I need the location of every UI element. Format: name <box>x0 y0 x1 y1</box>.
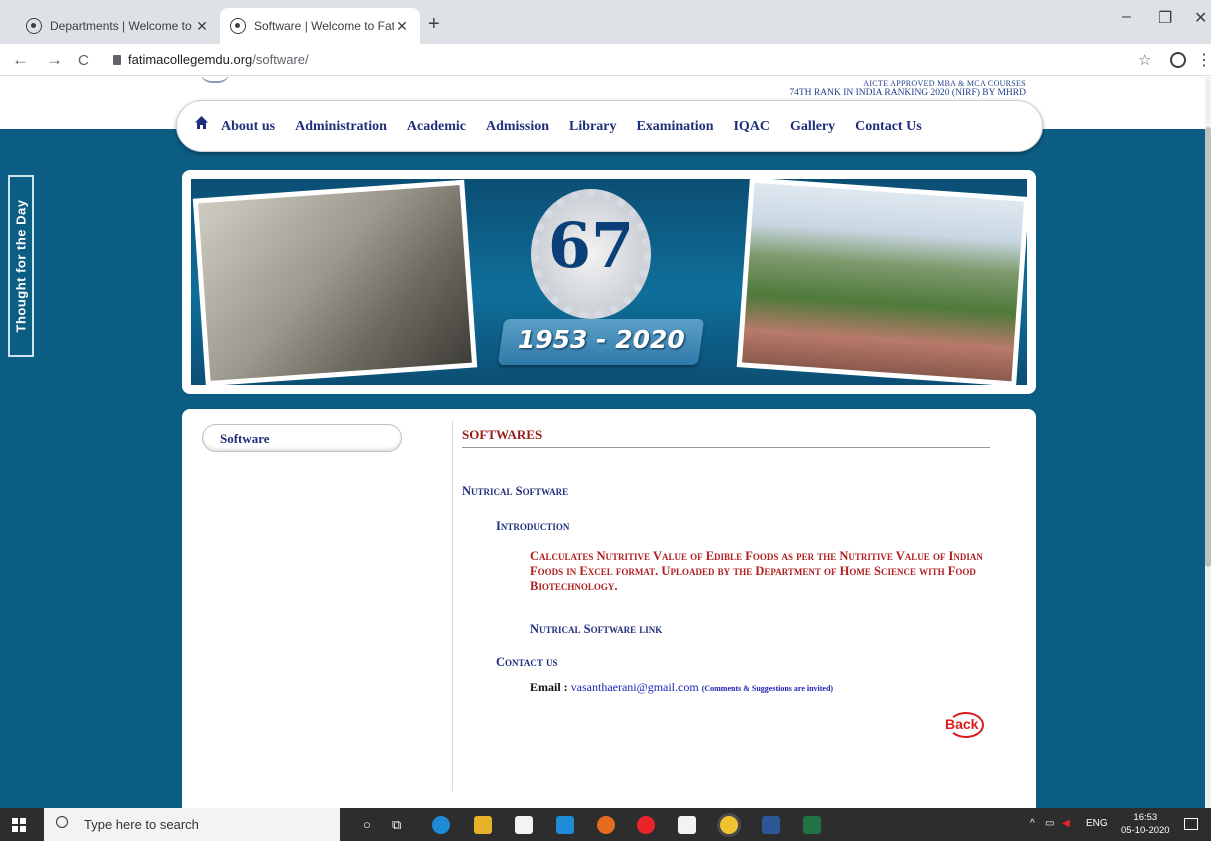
email-label: Email : <box>530 680 568 694</box>
anniversary-years: 67 <box>547 209 635 282</box>
restore-button[interactable]: ❐ <box>1158 8 1172 28</box>
minimize-button[interactable]: – <box>1122 8 1131 26</box>
email-link[interactable]: vasanthaerani@gmail.com <box>571 680 699 694</box>
task-view-icon[interactable]: ⧉ <box>392 817 401 833</box>
back-button[interactable]: Back <box>942 706 988 742</box>
back-arrow-icon[interactable]: ← <box>12 50 29 70</box>
cortana-icon[interactable]: ○ <box>363 817 371 832</box>
notepad-icon[interactable] <box>678 816 696 834</box>
notifications-icon[interactable] <box>1184 818 1198 830</box>
sidebar-item-software[interactable]: Software <box>202 424 402 452</box>
file-explorer-icon[interactable] <box>474 816 492 834</box>
site-favicon-icon <box>26 18 42 34</box>
nav-academic[interactable]: Academic <box>407 119 466 135</box>
opera-icon[interactable] <box>637 816 655 834</box>
page-scrollbar[interactable] <box>1205 77 1211 808</box>
bookmark-star-icon[interactable]: ☆ <box>1138 51 1151 69</box>
volume-muted-icon[interactable]: ◀ <box>1062 818 1070 829</box>
url-field[interactable]: fatimacollegemdu.org/software/ <box>128 52 309 67</box>
tab-departments[interactable]: Departments | Welcome to Fatim ✕ <box>16 8 220 44</box>
nav-library[interactable]: Library <box>569 119 616 135</box>
lock-icon <box>113 55 121 65</box>
tab-title: Departments | Welcome to Fatim <box>50 19 194 33</box>
software-description: Calculates Nutritive Value of Edible Foo… <box>530 549 983 593</box>
close-tab-icon[interactable]: ✕ <box>194 18 210 35</box>
anniversary-ribbon: 1953 - 2020 <box>497 319 705 365</box>
address-bar: ← → C fatimacollegemdu.org/software/ ☆ ⋮ <box>0 44 1211 76</box>
chrome-icon[interactable] <box>720 816 738 834</box>
thought-tab-label: Thought for the Day <box>13 199 29 333</box>
back-label: Back <box>945 716 979 732</box>
contact-email-line: Email : vasanthaerani@gmail.com (Comment… <box>530 680 833 695</box>
tab-title: Software | Welcome to Fatima Co <box>254 19 394 33</box>
firefox-icon[interactable] <box>597 816 615 834</box>
banner-image: 67 1953 - 2020 <box>191 179 1027 385</box>
software-download-link[interactable]: Nutrical Software link <box>530 622 662 637</box>
site-favicon-icon <box>230 18 246 34</box>
rank-line-1: AICTE APPROVED MBA & MCA COURSES <box>863 79 1026 88</box>
new-tab-button[interactable]: + <box>428 14 440 34</box>
tab-software[interactable]: Software | Welcome to Fatima Co ✕ <box>220 8 420 44</box>
forward-arrow-icon[interactable]: → <box>46 50 63 70</box>
scrollbar-thumb[interactable] <box>1205 127 1211 567</box>
web-page: AICTE APPROVED MBA & MCA COURSES 74TH RA… <box>0 77 1211 808</box>
main-nav-bar: About us Administration Academic Admissi… <box>176 100 1043 152</box>
url-host: fatimacollegemdu.org <box>128 52 253 67</box>
anniversary-banner: 67 1953 - 2020 <box>182 170 1036 394</box>
column-divider <box>452 421 453 791</box>
browser-tab-bar: Departments | Welcome to Fatim ✕ Softwar… <box>0 0 1211 44</box>
anniversary-range: 1953 - 2020 <box>517 325 685 354</box>
contact-us-label: Contact us <box>496 655 558 669</box>
historic-photo <box>192 179 478 385</box>
url-path: /software/ <box>252 52 309 67</box>
network-icon[interactable]: ▭ <box>1045 818 1054 829</box>
rank-line-2: 74TH RANK IN INDIA RANKING 2020 (NIRF) B… <box>789 88 1026 98</box>
college-logo[interactable] <box>200 77 230 83</box>
nav-administration[interactable]: Administration <box>295 119 387 135</box>
thought-for-the-day-tab[interactable]: Thought for the Day <box>8 175 34 357</box>
search-placeholder: Type here to search <box>84 817 199 832</box>
close-window-button[interactable]: ✕ <box>1194 8 1207 28</box>
reload-icon[interactable]: C <box>78 52 89 69</box>
content-panel: Software SOFTWARES Nutrical Software Int… <box>182 409 1036 808</box>
rank-info: AICTE APPROVED MBA & MCA COURSES 74TH RA… <box>789 79 1026 98</box>
introduction-label: Introduction <box>496 519 570 533</box>
nav-about-us[interactable]: About us <box>221 119 275 135</box>
windows-start-icon[interactable] <box>12 818 26 832</box>
nav-admission[interactable]: Admission <box>486 119 549 135</box>
tray-chevron-icon[interactable]: ^ <box>1030 818 1035 829</box>
browser-menu-icon[interactable]: ⋮ <box>1196 50 1211 70</box>
store-icon[interactable] <box>515 816 533 834</box>
clock-time: 16:53 <box>1133 812 1158 823</box>
edge-browser-icon[interactable] <box>432 816 450 834</box>
word-icon[interactable] <box>762 816 780 834</box>
nav-gallery[interactable]: Gallery <box>790 119 835 135</box>
page-title: SOFTWARES <box>462 427 543 442</box>
nav-contact-us[interactable]: Contact Us <box>855 119 922 135</box>
search-icon <box>56 816 68 828</box>
software-title: Nutrical Software <box>462 484 569 498</box>
title-rule <box>462 447 990 448</box>
home-icon[interactable] <box>195 116 208 129</box>
windows-taskbar: Type here to search ○ ⧉ ^ ▭ ◀ ENG 16:53 … <box>0 808 1211 841</box>
close-tab-icon[interactable]: ✕ <box>394 18 410 35</box>
language-indicator[interactable]: ENG <box>1086 818 1108 829</box>
clock-date: 05-10-2020 <box>1121 825 1170 836</box>
campus-photo <box>736 179 1027 385</box>
email-note: (Comments & Suggestions are invited) <box>701 684 834 693</box>
nav-menu: About us Administration Academic Admissi… <box>221 119 942 135</box>
system-clock[interactable]: 16:53 05-10-2020 <box>1121 811 1170 837</box>
mail-icon[interactable] <box>556 816 574 834</box>
taskbar-search-box[interactable]: Type here to search <box>44 808 340 841</box>
account-icon[interactable] <box>1170 52 1186 68</box>
nav-iqac[interactable]: IQAC <box>733 119 770 135</box>
nav-examination[interactable]: Examination <box>636 119 713 135</box>
excel-icon[interactable] <box>803 816 821 834</box>
